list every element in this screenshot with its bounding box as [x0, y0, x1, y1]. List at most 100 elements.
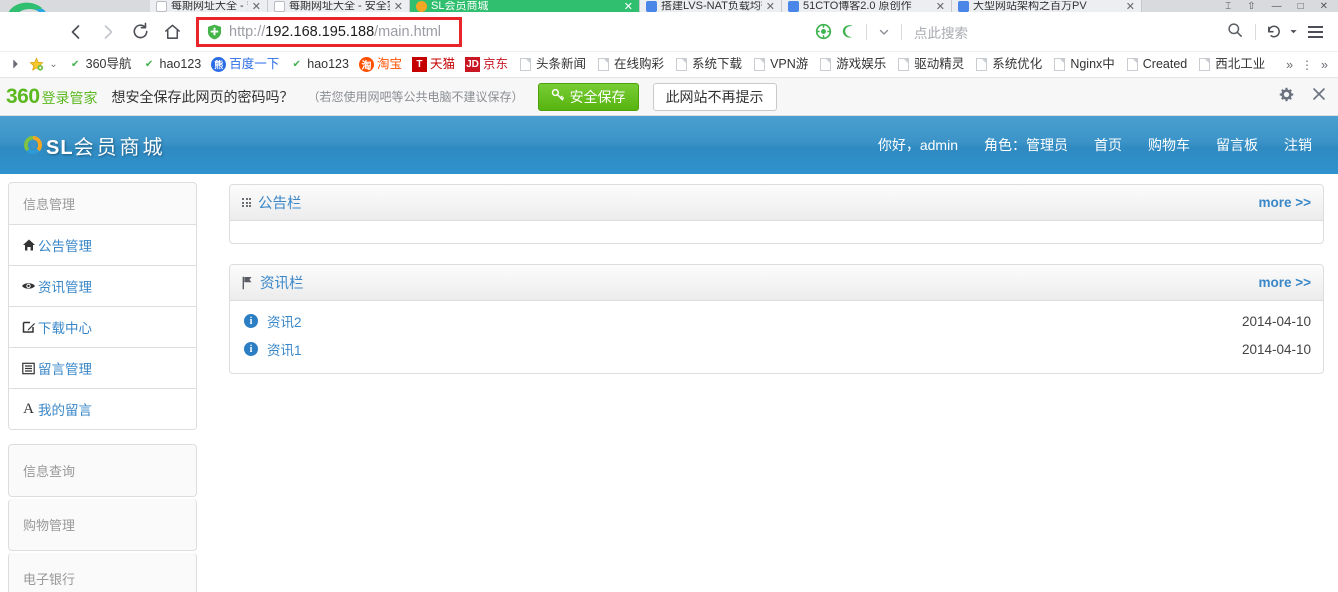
menu-icon[interactable]: [1300, 18, 1330, 46]
close-icon[interactable]: ✕: [394, 0, 403, 13]
window-controls: ⌶ ⇧ — □ ✕: [1215, 1, 1338, 12]
news-title[interactable]: 资讯1: [267, 339, 302, 359]
save-password-button[interactable]: 安全保存: [537, 82, 639, 111]
bookmark-item-nginx[interactable]: Nginx中: [1047, 54, 1119, 76]
divider: [1255, 23, 1256, 40]
sidebar-group-title: 信息管理: [23, 197, 76, 212]
browser-mode-icon[interactable]: [836, 18, 862, 46]
sidebar-item-announcement-management[interactable]: 公告管理: [9, 224, 196, 265]
bookmark-item-created[interactable]: Created: [1120, 54, 1192, 76]
page-icon: [596, 57, 611, 72]
home-icon[interactable]: [156, 16, 188, 48]
forward-arrow-icon[interactable]: [92, 16, 124, 48]
chevron-down-icon[interactable]: ⌄: [49, 59, 57, 70]
sidebar-group-title[interactable]: 信息查询: [9, 445, 196, 496]
maximize-button[interactable]: □: [1298, 1, 1304, 12]
bookmarks-overflow-icon[interactable]: »: [1286, 58, 1293, 72]
card-body: i 资讯2 2014-04-10 i 资讯1 2014-04-10: [230, 301, 1323, 373]
more-link[interactable]: more >>: [1258, 275, 1311, 290]
bookmark-item-sysdownload[interactable]: 系统下载: [669, 54, 747, 76]
search-icon[interactable]: [1227, 22, 1243, 41]
tab-label: SL会员商城: [431, 0, 489, 12]
news-row[interactable]: i 资讯1 2014-04-10: [244, 335, 1311, 363]
jd-icon: JD: [465, 57, 480, 72]
card-header: 公告栏 more >>: [230, 185, 1323, 221]
bookmark-label: 天猫: [429, 57, 455, 71]
history-back-icon[interactable]: [1260, 18, 1286, 46]
browser-tab-active[interactable]: SL会员商城 ✕: [410, 0, 640, 12]
taobao-icon: 淘: [358, 57, 374, 72]
news-row[interactable]: i 资讯2 2014-04-10: [244, 307, 1311, 335]
nav-link-home[interactable]: 首页: [1094, 135, 1122, 155]
news-title[interactable]: 资讯2: [267, 311, 302, 331]
close-icon[interactable]: ✕: [1126, 0, 1135, 13]
never-save-button[interactable]: 此网站不再提示: [652, 82, 777, 111]
bookmark-item-toutiao[interactable]: 头条新闻: [513, 54, 591, 76]
sidebar-item-message-management[interactable]: 留言管理: [9, 347, 196, 388]
bookmark-item-hao123-2[interactable]: ✔ hao123: [284, 54, 354, 76]
close-icon[interactable]: ✕: [252, 0, 261, 13]
speed-icon[interactable]: [810, 18, 836, 46]
back-arrow-icon[interactable]: [60, 16, 92, 48]
sidebar-group-info-query: 信息查询: [8, 444, 197, 497]
minimize-button[interactable]: —: [1272, 1, 1282, 12]
bookmark-item-games[interactable]: 游戏娱乐: [813, 54, 891, 76]
more-link[interactable]: more >>: [1258, 195, 1311, 210]
search-input[interactable]: 点此搜索: [906, 18, 1251, 46]
bookmark-favorites[interactable]: ⌄: [24, 54, 62, 76]
bookmark-item-hao123[interactable]: ✔ hao123: [137, 54, 207, 76]
navigation-toolbar: http://192.168.195.188/main.html 点此搜索: [0, 12, 1338, 52]
bookmarks-more-icon[interactable]: ⋮: [1301, 58, 1313, 72]
browser-tab[interactable]: 每期网址大全 - 安全实 ✕: [150, 0, 268, 12]
nav-link-cart[interactable]: 购物车: [1148, 135, 1190, 155]
bookmark-item-vpn[interactable]: VPN游: [747, 54, 813, 76]
close-window-button[interactable]: ✕: [1320, 1, 1328, 12]
address-bar[interactable]: http://192.168.195.188/main.html: [196, 16, 462, 47]
restore-icon[interactable]: ⇧: [1247, 1, 1255, 12]
chevron-down-icon[interactable]: [1286, 18, 1300, 46]
bookmark-overflow-left[interactable]: ⏵: [6, 54, 24, 76]
site-header-nav: 你好，admin 角色：管理员 首页 购物车 留言板 注销: [878, 135, 1326, 155]
bookmark-item-nwpu[interactable]: 西北工业: [1192, 54, 1270, 76]
browser-tab[interactable]: 每期网址大全 - 安全实 ✕: [268, 0, 410, 12]
new-tab-icon[interactable]: ⌶: [1225, 1, 1231, 12]
close-icon[interactable]: ✕: [624, 0, 633, 13]
bookmark-item-tmall[interactable]: T 天猫: [407, 54, 460, 76]
nav-link-logout[interactable]: 注销: [1284, 135, 1312, 155]
sidebar-item-download-center[interactable]: 下载中心: [9, 306, 196, 347]
browser-tab[interactable]: 大型网站架构之百万PV ✕: [952, 0, 1142, 12]
nav-link-message-board[interactable]: 留言板: [1216, 135, 1258, 155]
bookmark-item-taobao[interactable]: 淘 淘宝: [354, 54, 407, 76]
sidebar-item-label: 资讯管理: [38, 280, 92, 295]
sidebar-group-title[interactable]: 电子银行: [9, 553, 196, 592]
bookmark-item-driver[interactable]: 驱动精灵: [891, 54, 969, 76]
bookmark-item-360nav[interactable]: ✔ 360导航: [63, 54, 137, 76]
password-prompt-text: 想安全保存此网页的密码吗？: [111, 88, 294, 105]
bookmarks-expand-icon[interactable]: »: [1321, 58, 1328, 72]
bookmark-item-baidu[interactable]: 熊 百度一下: [206, 54, 284, 76]
password-hint-text: （若您使用网吧等公共电脑不建议保存）: [307, 90, 524, 104]
browser-tab[interactable]: 搭建LVS-NAT负载均衡 ✕: [640, 0, 782, 12]
close-icon[interactable]: ✕: [766, 0, 775, 13]
gear-icon[interactable]: [1279, 87, 1294, 107]
tab-label: 每期网址大全 - 安全实: [289, 0, 390, 12]
brand-number: 360: [6, 84, 40, 108]
close-icon[interactable]: [1312, 87, 1326, 106]
close-icon[interactable]: ✕: [936, 0, 945, 13]
divider: [901, 23, 902, 40]
bookmark-item-jd[interactable]: JD 京东: [460, 54, 513, 76]
bookmark-item-lottery[interactable]: 在线购彩: [591, 54, 669, 76]
reload-icon[interactable]: [124, 16, 156, 48]
main-content: 公告栏 more >> 资讯栏 more >> i 资讯2 2014-04-10…: [197, 174, 1338, 568]
site-logo-text: SL会员商城: [46, 131, 166, 160]
sidebar-item-my-messages[interactable]: A 我的留言: [9, 388, 196, 429]
bookmark-item-optimize[interactable]: 系统优化: [969, 54, 1047, 76]
flag-icon: [242, 276, 253, 290]
chevron-down-icon[interactable]: [871, 18, 897, 46]
page-icon: [1197, 57, 1212, 72]
sidebar-item-news-management[interactable]: 资讯管理: [9, 265, 196, 306]
browser-tab[interactable]: 51CTO博客2.0 原创作 ✕: [782, 0, 952, 12]
site-logo[interactable]: SL会员商城: [22, 131, 166, 160]
sidebar-group-title[interactable]: 购物管理: [9, 499, 196, 550]
url-host: 192.168.195.188: [265, 23, 375, 40]
